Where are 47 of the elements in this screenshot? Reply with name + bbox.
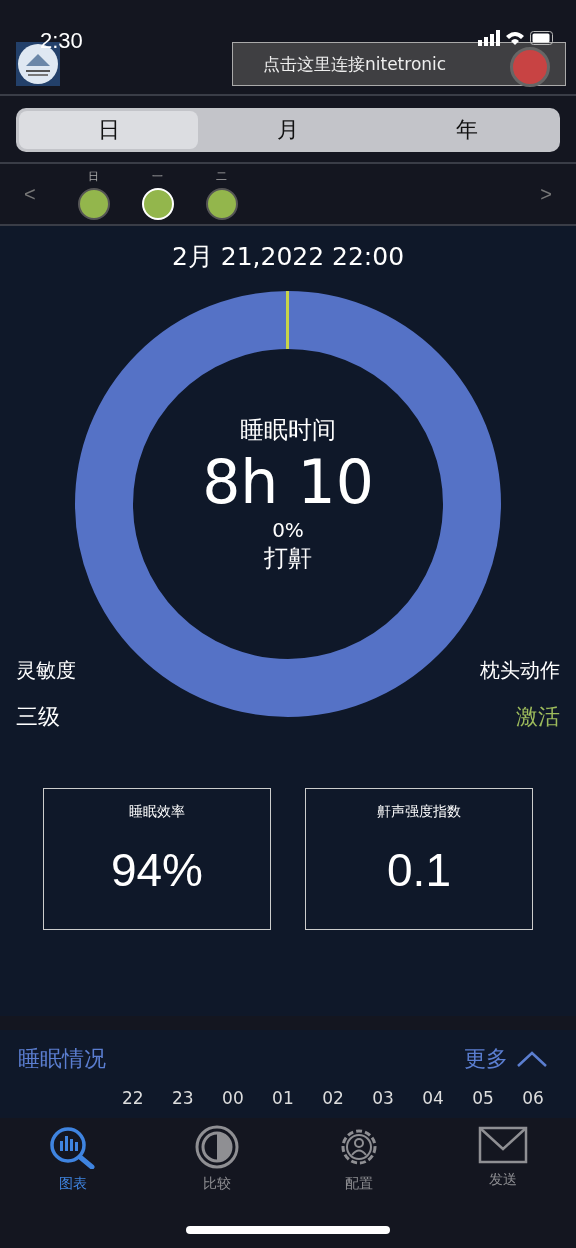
hour-label: 03 bbox=[372, 1088, 394, 1108]
hour-label: 04 bbox=[422, 1088, 444, 1108]
date-label: 2月 21,2022 22:00 bbox=[171, 241, 405, 273]
sensitivity-label: 灵敏度 bbox=[16, 657, 76, 684]
period-tab[interactable]: 年 bbox=[377, 111, 557, 149]
section-title: 睡眠情况 bbox=[18, 1045, 106, 1073]
chart-search-icon bbox=[48, 1125, 98, 1169]
metric-label: 睡眠效率 bbox=[129, 803, 185, 821]
hour-label: 05 bbox=[472, 1088, 494, 1108]
pillow-motion-label: 枕头动作 bbox=[480, 657, 560, 684]
day-label: 二 bbox=[216, 168, 228, 184]
battery-icon bbox=[530, 31, 554, 45]
sleep-duration: 8h 10 bbox=[202, 446, 374, 518]
tab-button[interactable]: 图表 bbox=[42, 1124, 104, 1194]
hour-label: 00 bbox=[222, 1088, 244, 1108]
wifi-icon bbox=[506, 30, 524, 46]
day-dot[interactable] bbox=[205, 187, 238, 220]
tab-button[interactable]: 发送 bbox=[472, 1124, 534, 1190]
hour-label: 23 bbox=[172, 1088, 194, 1108]
metric-value: 0.1 bbox=[387, 843, 451, 897]
snore-label: 打鼾 bbox=[264, 543, 312, 574]
hour-label: 22 bbox=[122, 1088, 144, 1108]
sleep-time-label: 睡眠时间 bbox=[240, 415, 336, 446]
period-tab[interactable]: 日 bbox=[19, 111, 199, 149]
chevron-up-icon bbox=[516, 1050, 548, 1068]
status-time: 2:30 bbox=[40, 28, 83, 54]
more-button[interactable]: 更多 bbox=[464, 1044, 558, 1074]
tab-button[interactable]: 比较 bbox=[188, 1124, 246, 1194]
sensitivity-value: 三级 bbox=[16, 703, 61, 731]
pillow-motion-value: 激活 bbox=[516, 703, 560, 731]
previous-button[interactable]: < bbox=[20, 182, 40, 206]
tab-button[interactable]: 配置 bbox=[330, 1124, 388, 1194]
hour-label: 06 bbox=[522, 1088, 544, 1108]
signal-icon bbox=[478, 30, 500, 46]
day-dot[interactable] bbox=[77, 187, 110, 220]
next-button[interactable]: > bbox=[536, 182, 556, 206]
envelope-icon bbox=[478, 1125, 528, 1165]
day-label: 日 bbox=[88, 168, 100, 184]
half-circle-icon bbox=[194, 1125, 240, 1169]
metric-label: 鼾声强度指数 bbox=[377, 803, 461, 821]
day-label: 一 bbox=[152, 168, 164, 184]
period-tab[interactable]: 月 bbox=[198, 111, 378, 149]
hour-label: 01 bbox=[272, 1088, 294, 1108]
snore-percent: 0% bbox=[272, 518, 304, 542]
connect-button[interactable]: 点击这里连接nitetronic bbox=[232, 42, 566, 86]
hour-label: 02 bbox=[322, 1088, 344, 1108]
metric-value: 94% bbox=[110, 843, 204, 897]
